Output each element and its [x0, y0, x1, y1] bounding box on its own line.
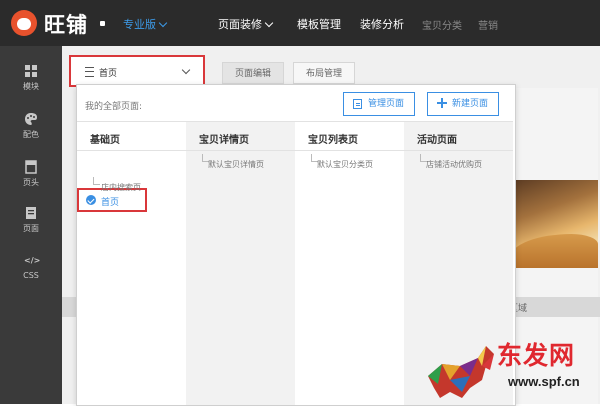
- grid-icon: [25, 65, 37, 77]
- brand-dot: [100, 21, 105, 26]
- tab-layout-management[interactable]: 布局管理: [293, 62, 356, 84]
- sidebar-item-label: 页头: [23, 178, 39, 187]
- column-item-list-pages: 宝贝列表页 默认宝贝分类页: [295, 121, 404, 405]
- page-item-default-detail[interactable]: 默认宝贝详情页: [208, 159, 264, 170]
- preview-banner-image: [510, 180, 598, 268]
- button-label: 新建页面: [452, 99, 489, 109]
- column-header: 宝贝列表页: [295, 121, 404, 151]
- page-item-store-campaign[interactable]: 店铺活动优购页: [426, 159, 482, 170]
- left-sidebar: 模块 配色 页头 页面 </> CSS: [0, 46, 62, 404]
- nav-decoration-analysis[interactable]: 装修分析: [360, 16, 404, 32]
- watermark-text: 东发网: [497, 341, 576, 370]
- column-item-detail-pages: 宝贝详情页 默认宝贝详情页: [186, 121, 295, 405]
- column-header-label: 活动页面: [417, 135, 457, 146]
- menu-icon: [85, 67, 94, 77]
- brand-name: 旺铺: [44, 13, 88, 37]
- tree-connector: [93, 177, 100, 185]
- page-item-store-search[interactable]: 店内搜索页: [101, 182, 141, 193]
- bull-logo-icon: [428, 346, 494, 398]
- new-page-button[interactable]: 新建页面: [427, 92, 500, 116]
- manage-pages-button[interactable]: 管理页面: [343, 92, 416, 116]
- page-item-label: 首页: [101, 198, 120, 208]
- chevron-down-icon: [264, 18, 274, 28]
- edition-label: 专业版: [123, 18, 156, 31]
- sidebar-item-page-header[interactable]: 页头: [0, 160, 62, 188]
- site-watermark: 东发网 www.spf.cn: [420, 336, 600, 404]
- column-header-label: 宝贝详情页: [199, 135, 249, 146]
- page-selector-dropdown[interactable]: 首页: [69, 55, 205, 87]
- tab-page-edit[interactable]: 页面编辑: [222, 62, 285, 84]
- sidebar-item-modules[interactable]: 模块: [0, 64, 62, 92]
- page-header-icon: [25, 160, 37, 174]
- top-bar: 旺铺 专业版 页面装修 模板管理 装修分析 宝贝分类 营销: [0, 0, 600, 46]
- check-circle-icon: [86, 195, 96, 205]
- page-item-default-category[interactable]: 默认宝贝分类页: [317, 159, 373, 170]
- column-header-label: 宝贝列表页: [308, 135, 358, 146]
- sidebar-item-label: CSS: [23, 271, 39, 280]
- panel-title: 我的全部页面:: [85, 102, 143, 112]
- nav-template-management[interactable]: 模板管理: [297, 16, 341, 32]
- sidebar-item-label: 模块: [23, 82, 39, 91]
- page-selector-value: 首页: [99, 69, 118, 79]
- watermark-url: www.spf.cn: [508, 374, 580, 389]
- brand-logo-icon: [11, 10, 37, 36]
- sidebar-item-css[interactable]: </> CSS: [0, 254, 62, 280]
- sidebar-item-page[interactable]: 页面: [0, 206, 62, 234]
- nav-item-categories[interactable]: 宝贝分类: [422, 17, 462, 32]
- code-icon: </>: [24, 256, 41, 265]
- sidebar-item-colors[interactable]: 配色: [0, 112, 62, 140]
- palette-icon: [25, 113, 37, 125]
- nav-page-decoration[interactable]: 页面装修: [218, 16, 274, 32]
- document-icon: [353, 99, 362, 109]
- column-header: 基础页: [77, 121, 186, 151]
- chevron-down-icon: [158, 18, 168, 28]
- sidebar-item-label: 页面: [23, 224, 39, 233]
- button-label: 管理页面: [368, 99, 405, 109]
- chevron-down-icon: [181, 65, 191, 75]
- nav-marketing[interactable]: 营销: [478, 17, 498, 32]
- page-icon: [26, 207, 36, 219]
- plus-icon: [437, 98, 447, 108]
- sidebar-item-label: 配色: [23, 130, 39, 139]
- edition-switcher[interactable]: 专业版: [123, 16, 168, 32]
- column-header: 宝贝详情页: [186, 121, 295, 151]
- panel-header: 我的全部页面: 管理页面 新建页面: [77, 85, 515, 121]
- column-header-label: 基础页: [90, 135, 120, 146]
- column-header: 活动页面: [404, 121, 513, 151]
- column-basic-pages: 基础页 首页 店内搜索页: [77, 121, 186, 405]
- nav-label: 页面装修: [218, 18, 262, 31]
